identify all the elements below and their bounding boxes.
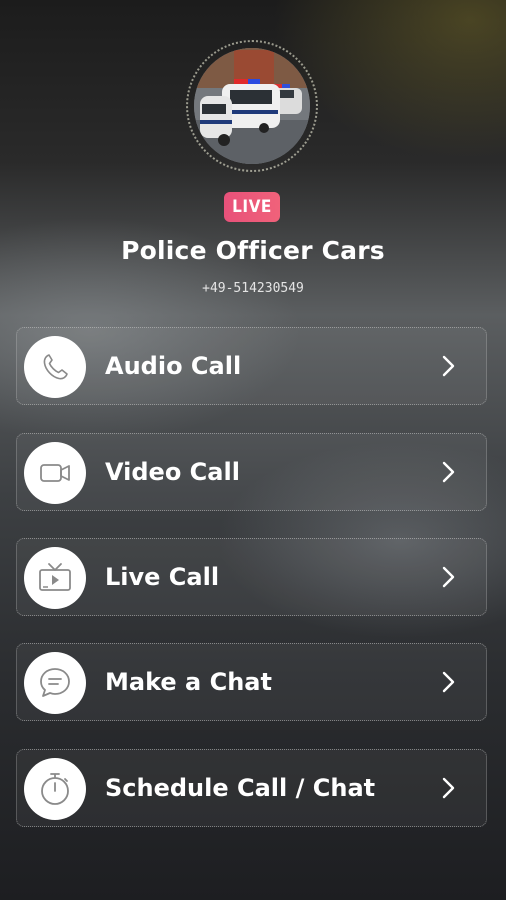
chat-bubble-icon — [40, 668, 70, 697]
make-chat-button[interactable]: Make a Chat — [16, 643, 487, 721]
live-call-button[interactable]: Live Call — [16, 538, 487, 616]
profile-avatar-frame — [186, 40, 318, 172]
chevron-right-icon — [442, 461, 455, 483]
phone-icon — [43, 354, 68, 380]
live-badge: LIVE — [224, 192, 280, 222]
schedule-icon-circle — [24, 758, 86, 820]
schedule-call-chat-button[interactable]: Schedule Call / Chat — [16, 749, 487, 827]
chevron-right-icon — [442, 777, 455, 799]
profile-phone: +49-514230549 — [202, 281, 304, 296]
schedule-call-chat-label: Schedule Call / Chat — [105, 774, 376, 802]
video-call-icon-circle — [24, 442, 86, 504]
audio-call-button[interactable]: Audio Call — [16, 327, 487, 405]
video-call-label: Video Call — [105, 458, 240, 486]
chevron-right-icon — [442, 671, 455, 693]
tv-icon — [39, 563, 71, 591]
make-chat-icon-circle — [24, 652, 86, 714]
video-camera-icon — [40, 464, 70, 482]
audio-call-icon-circle — [24, 336, 86, 398]
chevron-right-icon — [442, 355, 455, 377]
profile-name: Police Officer Cars — [121, 236, 385, 265]
avatar-image — [194, 48, 310, 164]
make-chat-label: Make a Chat — [105, 668, 272, 696]
stopwatch-icon — [41, 773, 69, 805]
audio-call-label: Audio Call — [105, 352, 242, 380]
live-call-icon-circle — [24, 547, 86, 609]
live-call-label: Live Call — [105, 563, 220, 591]
avatar[interactable] — [194, 48, 310, 164]
video-call-button[interactable]: Video Call — [16, 433, 487, 511]
chevron-right-icon — [442, 566, 455, 588]
